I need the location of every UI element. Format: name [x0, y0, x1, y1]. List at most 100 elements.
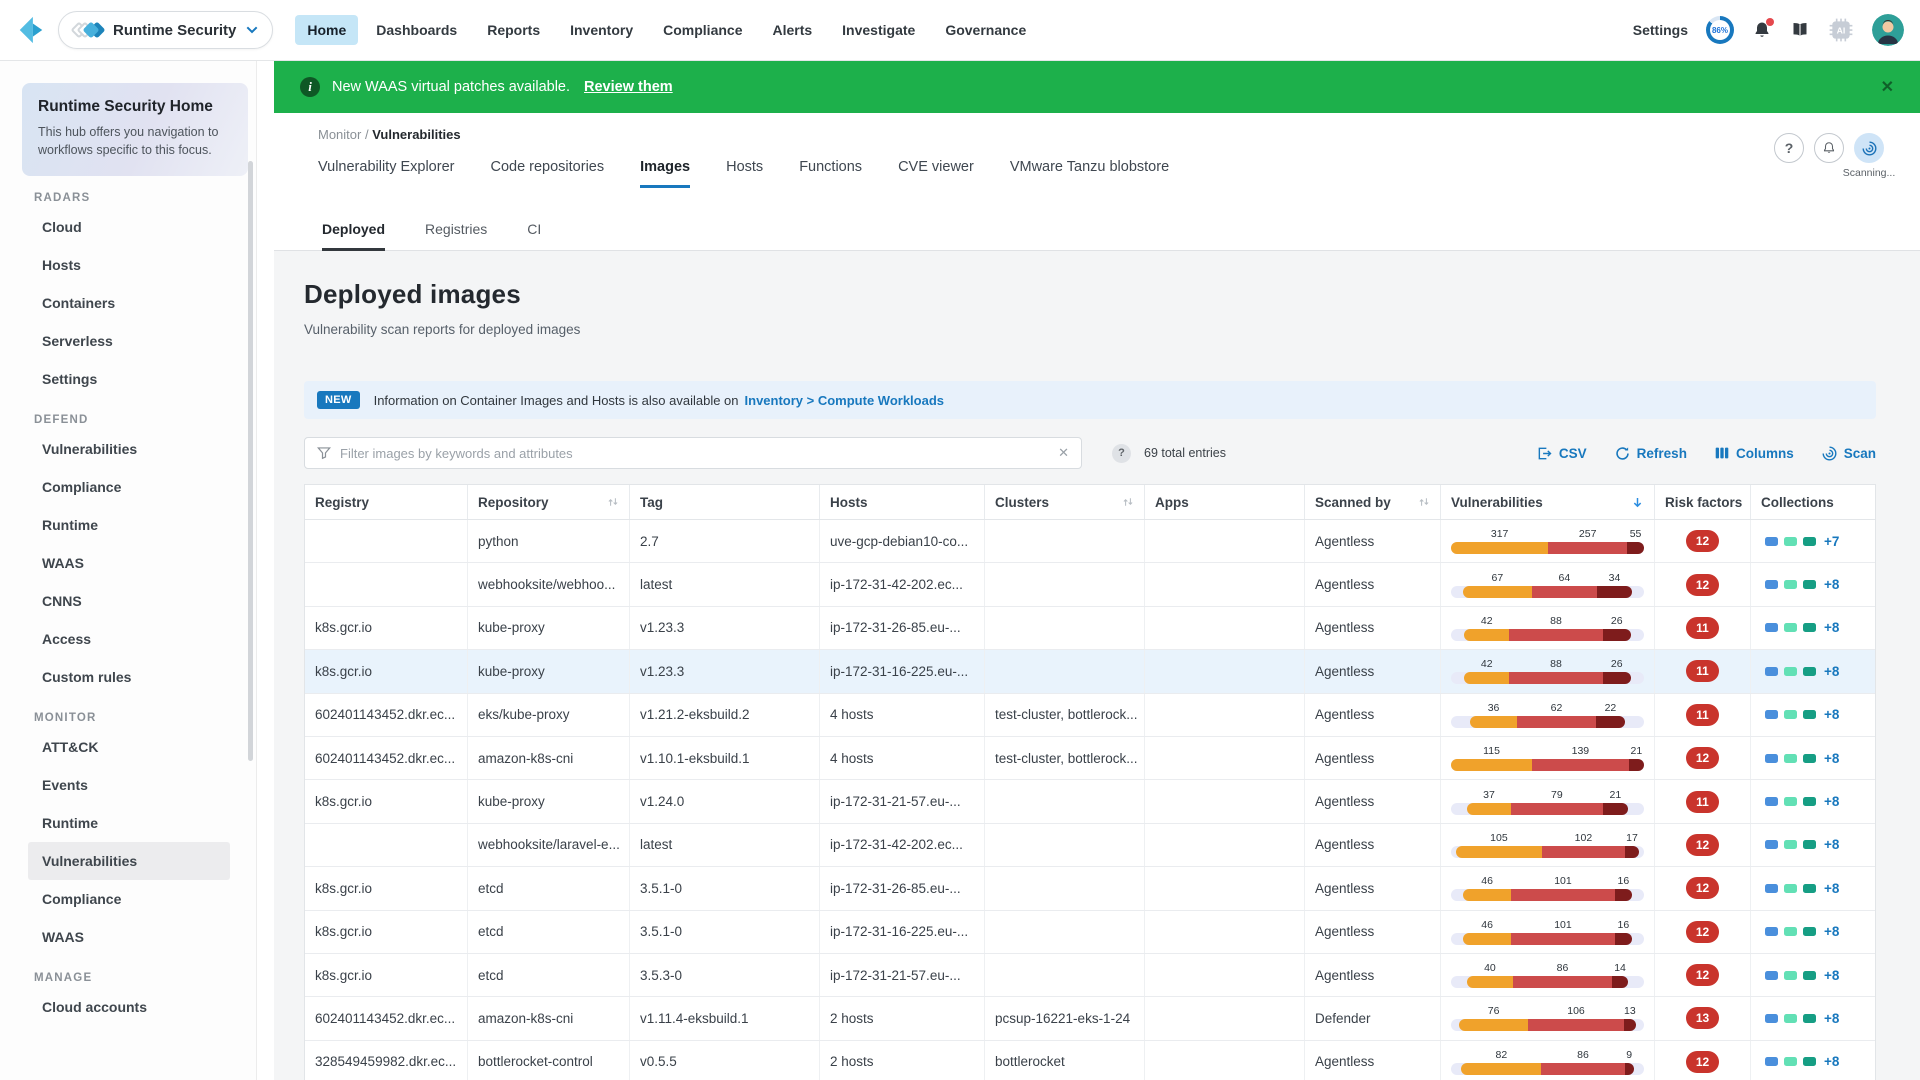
sidebar-item-vulnerabilities[interactable]: Vulnerabilities [28, 842, 230, 880]
risk-factor-badge[interactable]: 12 [1686, 574, 1719, 596]
table-row[interactable]: k8s.gcr.iokube-proxyv1.23.3ip-172-31-26-… [305, 607, 1875, 650]
column-header-vulnerabilities[interactable]: Vulnerabilities [1441, 485, 1655, 519]
collections-more-link[interactable]: +8 [1824, 577, 1839, 592]
risk-factor-badge[interactable]: 12 [1686, 1051, 1719, 1073]
help-button[interactable]: ? [1774, 133, 1804, 163]
table-row[interactable]: webhooksite/webhoo...latestip-172-31-42-… [305, 563, 1875, 606]
clear-filter-icon[interactable]: ✕ [1058, 445, 1069, 461]
sidebar-item-serverless[interactable]: Serverless [28, 322, 230, 360]
subtab-ci[interactable]: CI [527, 221, 541, 251]
table-row[interactable]: 328549459982.dkr.ec...bottlerocket-contr… [305, 1041, 1875, 1080]
risk-factor-badge[interactable]: 12 [1686, 964, 1719, 986]
risk-factor-badge[interactable]: 11 [1686, 791, 1719, 813]
risk-factor-badge[interactable]: 12 [1686, 530, 1719, 552]
sidebar-item-waas[interactable]: WAAS [28, 918, 230, 956]
tab-hosts[interactable]: Hosts [726, 159, 763, 188]
tab-functions[interactable]: Functions [799, 159, 862, 188]
sidebar-scrollbar[interactable] [248, 161, 253, 761]
sidebar-item-vulnerabilities[interactable]: Vulnerabilities [28, 430, 230, 468]
topnav-item-inventory[interactable]: Inventory [558, 15, 645, 45]
tab-cve-viewer[interactable]: CVE viewer [898, 159, 974, 188]
sidebar-item-events[interactable]: Events [28, 766, 230, 804]
collections-more-link[interactable]: +8 [1824, 664, 1839, 679]
tab-images[interactable]: Images [640, 159, 690, 188]
filter-help-button[interactable]: ? [1112, 444, 1131, 463]
collections-more-link[interactable]: +8 [1824, 620, 1839, 635]
subtab-deployed[interactable]: Deployed [322, 221, 385, 251]
alerts-button[interactable] [1814, 133, 1844, 163]
banner-close-icon[interactable]: ✕ [1881, 77, 1894, 97]
risk-factor-badge[interactable]: 11 [1686, 660, 1719, 682]
tab-vmware-tanzu-blobstore[interactable]: VMware Tanzu blobstore [1010, 159, 1169, 188]
review-them-link[interactable]: Review them [584, 79, 673, 95]
table-row[interactable]: 602401143452.dkr.ec...amazon-k8s-cniv1.1… [305, 737, 1875, 780]
subtab-registries[interactable]: Registries [425, 221, 487, 251]
collections-more-link[interactable]: +7 [1824, 534, 1839, 549]
ai-assistant-button[interactable]: AI [1828, 17, 1854, 43]
risk-factor-badge[interactable]: 12 [1686, 877, 1719, 899]
sidebar-item-settings[interactable]: Settings [28, 360, 230, 398]
topnav-item-dashboards[interactable]: Dashboards [364, 15, 469, 45]
sidebar-item-compliance[interactable]: Compliance [28, 880, 230, 918]
collections-more-link[interactable]: +8 [1824, 794, 1839, 809]
topnav-item-home[interactable]: Home [295, 15, 358, 45]
sidebar-item-att-ck[interactable]: ATT&CK [28, 728, 230, 766]
breadcrumb-parent[interactable]: Monitor [318, 127, 361, 142]
sidebar-item-cloud-accounts[interactable]: Cloud accounts [28, 988, 230, 1026]
sidebar-item-access[interactable]: Access [28, 620, 230, 658]
prisma-logo-icon[interactable] [16, 15, 46, 45]
sidebar-item-cloud[interactable]: Cloud [28, 208, 230, 246]
sidebar-item-custom-rules[interactable]: Custom rules [28, 658, 230, 696]
sidebar-item-runtime[interactable]: Runtime [28, 804, 230, 842]
tab-code-repositories[interactable]: Code repositories [490, 159, 604, 188]
product-switcher[interactable]: Runtime Security [58, 11, 273, 49]
topnav-item-compliance[interactable]: Compliance [651, 15, 754, 45]
sidebar-item-containers[interactable]: Containers [28, 284, 230, 322]
risk-factor-badge[interactable]: 12 [1686, 921, 1719, 943]
sidebar-item-cnns[interactable]: CNNS [28, 582, 230, 620]
topnav-item-investigate[interactable]: Investigate [830, 15, 927, 45]
columns-button[interactable]: Columns [1715, 446, 1794, 461]
collections-more-link[interactable]: +8 [1824, 751, 1839, 766]
usage-ring[interactable]: 86% [1706, 16, 1734, 44]
table-row[interactable]: 602401143452.dkr.ec...eks/kube-proxyv1.2… [305, 694, 1875, 737]
risk-factor-badge[interactable]: 13 [1686, 1007, 1719, 1029]
notifications-button[interactable] [1752, 20, 1772, 40]
topnav-item-reports[interactable]: Reports [475, 15, 552, 45]
table-row[interactable]: k8s.gcr.ioetcd3.5.1-0ip-172-31-16-225.eu… [305, 911, 1875, 954]
scan-button[interactable]: Scan [1822, 446, 1876, 461]
settings-link[interactable]: Settings [1633, 22, 1688, 38]
risk-factor-badge[interactable]: 12 [1686, 834, 1719, 856]
sidebar-item-compliance[interactable]: Compliance [28, 468, 230, 506]
collections-more-link[interactable]: +8 [1824, 707, 1839, 722]
collections-more-link[interactable]: +8 [1824, 881, 1839, 896]
collections-more-link[interactable]: +8 [1824, 1054, 1839, 1069]
collections-more-link[interactable]: +8 [1824, 924, 1839, 939]
docs-button[interactable] [1790, 20, 1810, 40]
topnav-item-governance[interactable]: Governance [933, 15, 1038, 45]
collections-more-link[interactable]: +8 [1824, 1011, 1839, 1026]
table-row[interactable]: k8s.gcr.ioetcd3.5.3-0ip-172-31-21-57.eu-… [305, 954, 1875, 997]
scanning-status-button[interactable]: Scanning... [1854, 133, 1884, 163]
column-header-clusters[interactable]: Clusters [985, 485, 1145, 519]
sidebar-home-card[interactable]: Runtime Security Home This hub offers yo… [22, 83, 248, 176]
table-row[interactable]: k8s.gcr.ioetcd3.5.1-0ip-172-31-26-85.eu-… [305, 867, 1875, 910]
tab-vulnerability-explorer[interactable]: Vulnerability Explorer [318, 159, 454, 188]
risk-factor-badge[interactable]: 11 [1686, 704, 1719, 726]
sidebar-item-runtime[interactable]: Runtime [28, 506, 230, 544]
refresh-button[interactable]: Refresh [1615, 446, 1687, 461]
table-row[interactable]: python2.7uve-gcp-debian10-co...Agentless… [305, 520, 1875, 563]
column-header-scanned-by[interactable]: Scanned by [1305, 485, 1441, 519]
column-header-repository[interactable]: Repository [468, 485, 630, 519]
table-row[interactable]: k8s.gcr.iokube-proxyv1.24.0ip-172-31-21-… [305, 780, 1875, 823]
risk-factor-badge[interactable]: 11 [1686, 617, 1719, 639]
table-row[interactable]: 602401143452.dkr.ec...amazon-k8s-cniv1.1… [305, 997, 1875, 1040]
table-row[interactable]: k8s.gcr.iokube-proxyv1.23.3ip-172-31-16-… [305, 650, 1875, 693]
risk-factor-badge[interactable]: 12 [1686, 747, 1719, 769]
sidebar-item-waas[interactable]: WAAS [28, 544, 230, 582]
sidebar-item-hosts[interactable]: Hosts [28, 246, 230, 284]
filter-input[interactable] [340, 446, 1049, 461]
user-avatar[interactable] [1872, 14, 1904, 46]
topnav-item-alerts[interactable]: Alerts [760, 15, 824, 45]
collections-more-link[interactable]: +8 [1824, 837, 1839, 852]
